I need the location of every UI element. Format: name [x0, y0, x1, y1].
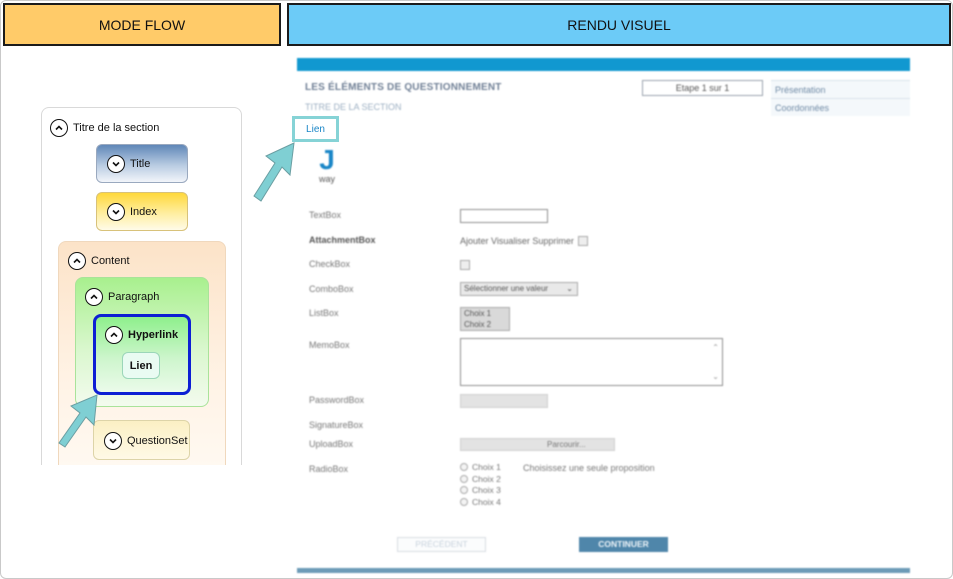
title-node[interactable]: Title: [96, 144, 188, 183]
memobox-label: MemoBox: [309, 340, 350, 350]
chevron-down-icon[interactable]: [107, 203, 125, 221]
listbox-select[interactable]: Choix 1 Choix 2: [460, 307, 510, 331]
radio-hint: Choisissez une seule proposition: [523, 463, 655, 473]
rendered-lien-link[interactable]: Lien: [292, 116, 339, 142]
attachmentbox-label: AttachmentBox: [309, 235, 376, 245]
uploadbox-label: UploadBox: [309, 439, 354, 449]
checkbox-label: CheckBox: [309, 259, 351, 269]
mode-flow-header: MODE FLOW: [3, 3, 281, 46]
combobox-value: Sélectionner une valeur: [464, 284, 549, 293]
section-node-label: Titre de la section: [73, 122, 160, 134]
chevron-up-icon[interactable]: [85, 288, 103, 306]
scroll-down-icon[interactable]: ⌄: [712, 372, 719, 381]
chevron-down-icon: ⌄: [566, 284, 573, 293]
radio-icon[interactable]: [460, 497, 468, 506]
side-nav-item[interactable]: Coordonnées: [771, 98, 910, 116]
render-subheading: TITRE DE LA SECTION: [305, 102, 402, 112]
visual-render-panel: LES ÉLÉMENTS DE QUESTIONNEMENT TITRE DE …: [297, 58, 910, 573]
continue-button[interactable]: CONTINUER: [579, 537, 668, 552]
mode-flow-header-label: MODE FLOW: [98, 16, 186, 33]
passwordbox-input[interactable]: [460, 394, 548, 408]
chevron-up-icon[interactable]: [68, 252, 86, 270]
passwordbox-label: PasswordBox: [309, 395, 365, 405]
radio-option[interactable]: Choix 4: [460, 497, 501, 509]
tutorial-canvas: MODE FLOW RENDU VISUEL Titre de la secti…: [0, 0, 953, 579]
radio-icon[interactable]: [460, 486, 468, 494]
step-indicator: Etape 1 sur 1: [642, 80, 763, 96]
checkbox-input[interactable]: [460, 260, 470, 273]
hyperlink-lien-button[interactable]: Lien: [122, 352, 160, 379]
radio-option[interactable]: Choix 2: [460, 474, 501, 486]
callout-arrow-icon: [253, 142, 295, 202]
index-node[interactable]: Index: [96, 192, 188, 231]
hyperlink-node-label: Hyperlink: [128, 329, 179, 341]
chevron-down-icon[interactable]: [107, 155, 125, 173]
radio-option[interactable]: Choix 3: [460, 485, 501, 497]
index-node-label: Index: [130, 206, 157, 218]
logo-word: way: [318, 174, 335, 184]
radio-icon[interactable]: [460, 463, 468, 471]
radiobox-label: RadioBox: [309, 464, 349, 474]
paragraph-node-label: Paragraph: [108, 291, 160, 303]
side-nav-item[interactable]: Présentation: [771, 80, 910, 98]
memobox-textarea[interactable]: ⌃ ⌄: [460, 338, 723, 386]
radio-option[interactable]: Choix 1: [460, 462, 501, 474]
logo-letter: J: [319, 144, 335, 175]
previous-button[interactable]: PRÉCÉDENT: [397, 537, 486, 552]
listbox-label: ListBox: [309, 308, 339, 318]
scroll-up-icon[interactable]: ⌃: [712, 343, 719, 352]
radio-icon[interactable]: [460, 474, 468, 483]
listbox-option[interactable]: Choix 2: [464, 319, 509, 330]
visual-render-header-label: RENDU VISUEL: [567, 16, 671, 33]
attachment-checkbox[interactable]: [577, 236, 588, 246]
attachment-actions[interactable]: Ajouter Visualiser Supprimer: [460, 236, 588, 246]
callout-arrow-icon: [58, 394, 98, 448]
radio-group[interactable]: Choix 1 Choix 2 Choix 3 Choix 4: [460, 462, 501, 508]
chevron-up-icon[interactable]: [105, 326, 123, 344]
content-node-label: Content: [91, 255, 130, 267]
jway-logo: J way: [309, 146, 345, 194]
questionset-node-label: QuestionSet: [127, 435, 188, 447]
upload-button-label: Parcourir...: [547, 440, 586, 449]
render-heading: LES ÉLÉMENTS DE QUESTIONNEMENT: [305, 82, 502, 93]
title-node-label: Title: [130, 158, 151, 170]
section-node[interactable]: Titre de la section: [50, 119, 159, 137]
chevron-down-icon[interactable]: [104, 432, 122, 450]
questionset-node[interactable]: QuestionSet: [93, 420, 190, 460]
textbox-label: TextBox: [309, 210, 342, 220]
upload-browse-button[interactable]: Parcourir...: [460, 438, 615, 451]
textbox-input[interactable]: [460, 209, 548, 223]
render-side-nav: Présentation Coordonnées: [771, 80, 910, 116]
visual-render-header: RENDU VISUEL: [287, 3, 951, 46]
render-topbar: [297, 58, 910, 71]
chevron-up-icon[interactable]: [50, 119, 68, 137]
listbox-option[interactable]: Choix 1: [464, 308, 509, 319]
combobox-select[interactable]: Sélectionner une valeur ⌄: [460, 282, 578, 296]
attachment-actions-text[interactable]: Ajouter Visualiser Supprimer: [460, 236, 574, 246]
signaturebox-label: SignatureBox: [309, 420, 364, 430]
combobox-label: ComboBox: [309, 284, 354, 294]
render-bottombar: [297, 568, 910, 573]
